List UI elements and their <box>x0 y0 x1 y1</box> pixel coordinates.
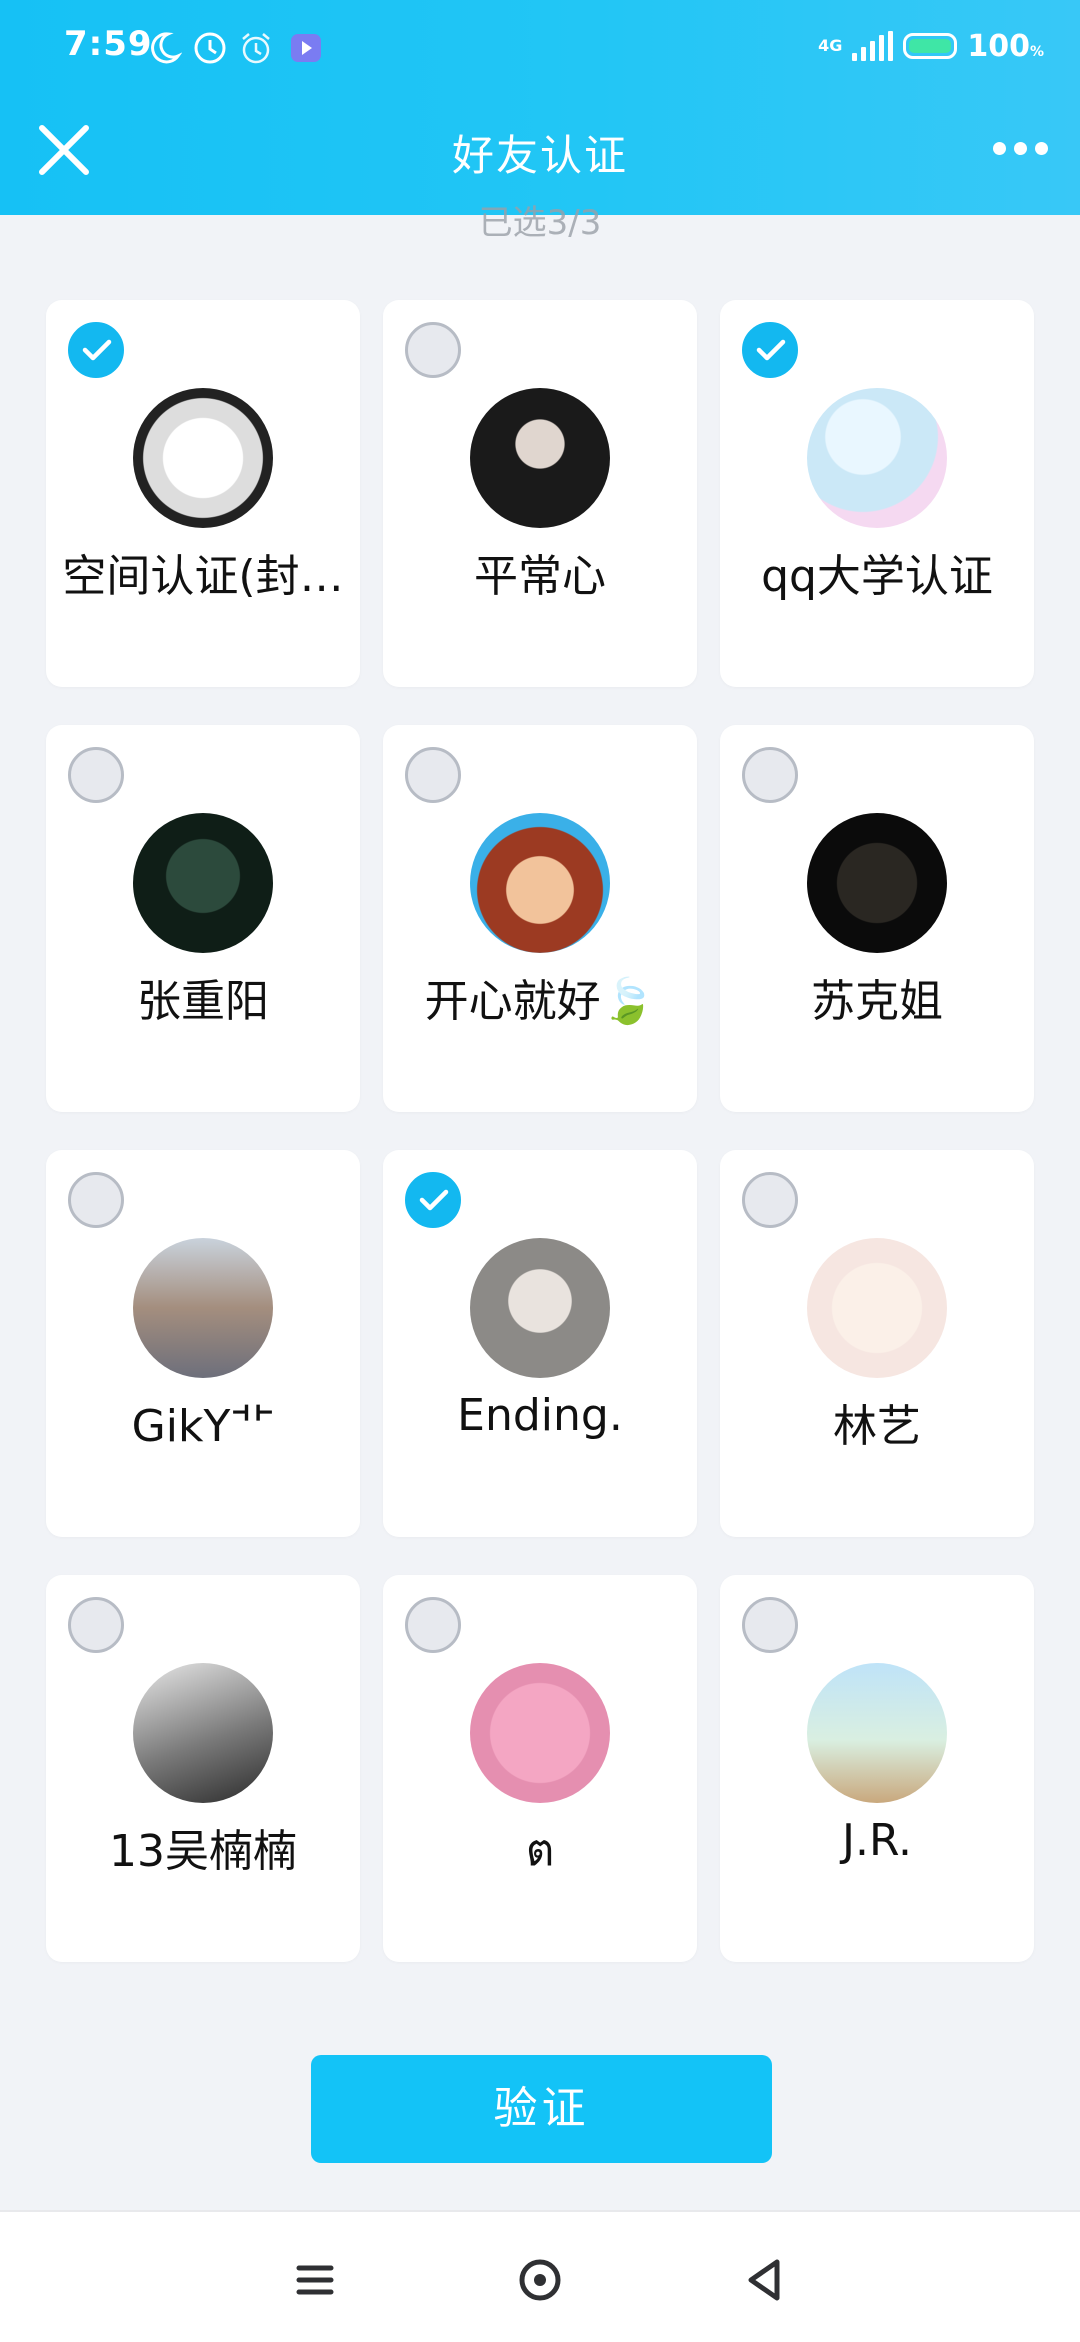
friend-card[interactable]: 张重阳 <box>46 725 360 1112</box>
check-icon <box>419 1189 449 1211</box>
friend-name: 苏克姐 <box>811 976 943 1027</box>
status-bar: 7:59 4G 100% <box>0 0 1080 100</box>
friend-name: 张重阳 <box>137 976 269 1027</box>
friend-name: 空间认证(封… <box>62 551 344 602</box>
friend-card[interactable]: 林艺 <box>720 1150 1034 1537</box>
avatar <box>133 813 273 953</box>
select-checkbox[interactable] <box>742 1597 798 1653</box>
clock-icon <box>194 32 226 64</box>
friend-name: 13吴楠楠 <box>109 1826 297 1877</box>
select-checkbox[interactable] <box>742 322 798 378</box>
top-bar: 7:59 4G 100% 好友认证 <box>0 0 1080 215</box>
select-checkbox[interactable] <box>742 747 798 803</box>
more-icon <box>992 141 1006 155</box>
status-right: 4G 100% <box>818 24 1044 68</box>
friend-name: qq大学认证 <box>761 551 993 602</box>
select-checkbox[interactable] <box>405 747 461 803</box>
friend-card[interactable]: qq大学认证 <box>720 300 1034 687</box>
avatar <box>470 1238 610 1378</box>
battery-percent: 100% <box>967 28 1044 64</box>
select-checkbox[interactable] <box>68 1172 124 1228</box>
avatar <box>470 813 610 953</box>
friend-name: 开心就好🍃 <box>424 976 656 1027</box>
check-icon <box>82 339 112 361</box>
friend-card[interactable]: 开心就好🍃 <box>383 725 697 1112</box>
moon-icon <box>151 32 182 64</box>
main-content: 已选3/3 空间认证(封… 平常心 qq大学认证张重阳 开心就好🍃 苏克姐 GikY⻀ En… <box>0 203 1080 2215</box>
avatar <box>133 388 273 528</box>
avatar <box>807 388 947 528</box>
friend-card[interactable]: J.R. <box>720 1575 1034 1962</box>
battery-icon <box>903 33 958 59</box>
friend-card[interactable]: Ending. <box>383 1150 697 1537</box>
friend-card[interactable]: 苏克姐 <box>720 725 1034 1112</box>
status-time: 7:59 <box>64 24 153 64</box>
select-checkbox[interactable] <box>68 322 124 378</box>
alarm-icon <box>242 33 270 64</box>
friend-grid: 空间认证(封… 平常心 qq大学认证张重阳 开心就好🍃 苏克姐 GikY⻀ Ending. 林… <box>46 300 1036 1962</box>
avatar <box>807 813 947 953</box>
media-icon <box>291 34 321 62</box>
verify-button[interactable]: 验证 <box>311 2055 772 2163</box>
system-nav-bar <box>0 2210 1080 2342</box>
select-checkbox[interactable] <box>405 1172 461 1228</box>
friend-name: GikY⻀ <box>131 1401 275 1452</box>
friend-name: 林艺 <box>833 1401 921 1452</box>
friend-name: J.R. <box>842 1815 912 1866</box>
check-icon <box>756 339 786 361</box>
select-checkbox[interactable] <box>68 1597 124 1653</box>
select-checkbox[interactable] <box>68 747 124 803</box>
avatar <box>470 1663 610 1803</box>
page-title: 好友认证 <box>451 131 628 180</box>
avatar <box>807 1238 947 1378</box>
network-type: 4G <box>818 36 843 55</box>
friend-name: ต <box>525 1825 555 1876</box>
menu-icon[interactable] <box>285 2250 345 2310</box>
avatar <box>133 1238 273 1378</box>
select-checkbox[interactable] <box>405 322 461 378</box>
friend-card[interactable]: 空间认证(封… <box>46 300 360 687</box>
back-icon[interactable] <box>735 2250 795 2310</box>
friend-card[interactable]: 平常心 <box>383 300 697 687</box>
avatar <box>133 1663 273 1803</box>
avatar <box>470 388 610 528</box>
friend-name: Ending. <box>457 1390 623 1441</box>
friend-card[interactable]: 13吴楠楠 <box>46 1575 360 1962</box>
more-button[interactable] <box>984 128 1056 168</box>
avatar <box>807 1663 947 1803</box>
friend-card[interactable]: GikY⻀ <box>46 1150 360 1537</box>
friend-name: 平常心 <box>474 551 606 602</box>
home-icon[interactable] <box>510 2250 570 2310</box>
signal-icon <box>852 31 894 61</box>
select-checkbox[interactable] <box>742 1172 798 1228</box>
selection-hint: 已选3/3 <box>478 203 602 243</box>
select-checkbox[interactable] <box>405 1597 461 1653</box>
friend-card[interactable]: ต <box>383 1575 697 1962</box>
